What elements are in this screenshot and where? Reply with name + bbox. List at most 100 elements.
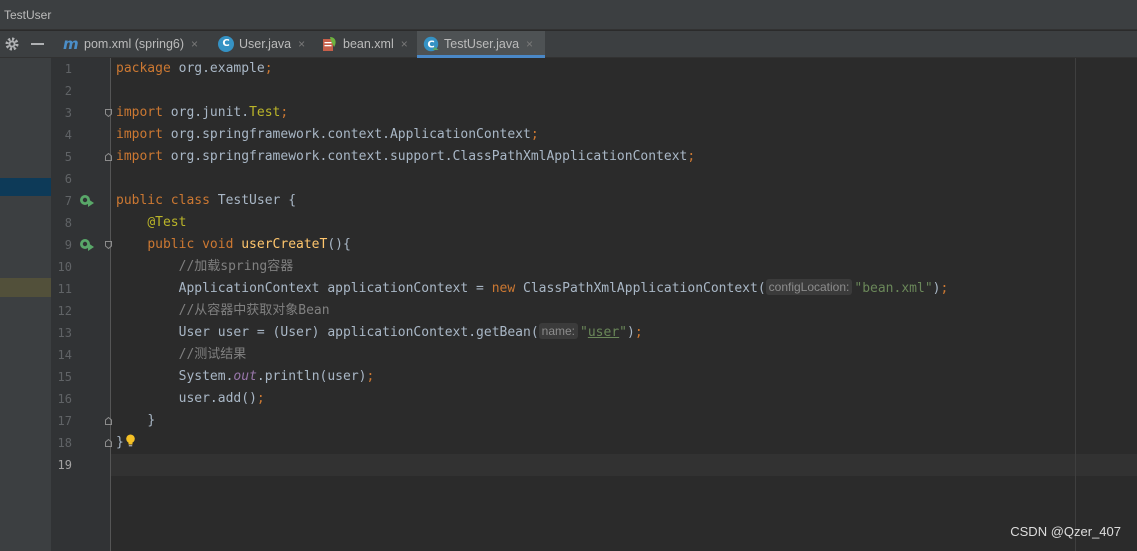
keyword: new	[491, 281, 516, 296]
close-icon[interactable]: ×	[191, 37, 198, 51]
code-line-8[interactable]: @Test	[116, 212, 186, 234]
semicolon: ;	[687, 149, 696, 164]
title-bar: TestUser	[0, 0, 1137, 30]
tab-label: bean.xml	[343, 37, 394, 51]
spring-xml-icon	[323, 37, 336, 51]
run-test-class-icon[interactable]	[79, 193, 95, 209]
code-line-12[interactable]: //从容器中获取对象Bean	[116, 300, 330, 322]
tab-pom-xml[interactable]: m pom.xml (spring6) ×	[57, 31, 207, 57]
code-line-5[interactable]: import org.springframework.context.suppo…	[116, 146, 695, 168]
closing-brace: }	[116, 435, 124, 450]
code-line-18[interactable]: }	[116, 432, 136, 454]
window-title: TestUser	[4, 8, 52, 22]
static-field: out	[233, 369, 257, 384]
line-number: 18	[57, 436, 72, 450]
line-number: 16	[57, 392, 72, 406]
close-icon[interactable]: ×	[526, 37, 533, 51]
code-text: .println(user)	[256, 369, 367, 384]
line-number-current: 19	[57, 458, 72, 472]
string-literal: "bean.xml"	[854, 281, 933, 296]
java-test-class-icon: C	[423, 36, 439, 52]
closing-brace: }	[147, 413, 156, 428]
gear-icon[interactable]	[3, 35, 21, 53]
code-line-3[interactable]: import org.junit.Test;	[116, 102, 288, 124]
tab-label: pom.xml (spring6)	[84, 37, 185, 51]
watermark: CSDN @Qzer_407	[1010, 524, 1121, 539]
code-line-4[interactable]: import org.springframework.context.Appli…	[116, 124, 539, 146]
semicolon: ;	[280, 105, 289, 120]
line-number: 13	[57, 326, 72, 340]
code-line-14[interactable]: //测试结果	[116, 344, 247, 366]
comment: //加载spring容器	[178, 259, 294, 274]
comment: //测试结果	[178, 347, 247, 362]
line-number: 10	[57, 260, 72, 274]
method-name: userCreateT	[241, 237, 328, 252]
code-line-13[interactable]: User user = (User) applicationContext.ge…	[116, 322, 643, 344]
semicolon: ;	[366, 369, 375, 384]
line-number: 2	[64, 84, 72, 98]
project-highlighted-row[interactable]	[0, 278, 51, 297]
line-number: 17	[57, 414, 72, 428]
code-line-16[interactable]: user.add();	[116, 388, 265, 410]
code-line-11[interactable]: ApplicationContext applicationContext = …	[116, 278, 948, 300]
import-path: org.springframework.context.support.Clas…	[162, 149, 688, 164]
close-icon[interactable]: ×	[401, 37, 408, 51]
line-number: 7	[64, 194, 72, 208]
class-declaration: TestUser {	[209, 193, 297, 208]
code-text: ApplicationContext applicationContext =	[178, 281, 492, 296]
line-number: 6	[64, 172, 72, 186]
semicolon: ;	[634, 325, 643, 340]
comment: //从容器中获取对象Bean	[178, 303, 330, 318]
keyword: package	[116, 61, 171, 76]
code-editor[interactable]: package org.example; import org.junit.Te…	[111, 58, 1137, 551]
annotation: @Test	[147, 215, 187, 230]
string-literal: user	[587, 325, 620, 340]
code-line-10[interactable]: //加载spring容器	[116, 256, 294, 278]
line-number: 12	[57, 304, 72, 318]
code-text: ClassPathXmlApplicationContext(	[515, 281, 766, 296]
line-number: 14	[57, 348, 72, 362]
code-line-1[interactable]: package org.example;	[116, 58, 273, 80]
project-panel[interactable]	[0, 58, 51, 551]
code-text: user.add()	[178, 391, 257, 406]
current-line-highlight	[111, 454, 1137, 476]
import-path: org.springframework.context.ApplicationC…	[162, 127, 531, 142]
package-name: org.example	[170, 61, 265, 76]
semicolon: ;	[256, 391, 265, 406]
code-line-9[interactable]: public void userCreateT(){	[116, 234, 351, 256]
import-path: org.junit.	[162, 105, 250, 120]
tab-testuser-java[interactable]: C TestUser.java ×	[417, 31, 545, 58]
maven-m-icon: m	[63, 35, 79, 53]
string-quote: "	[580, 325, 588, 340]
project-selected-row[interactable]	[0, 178, 51, 196]
code-line-17[interactable]: }	[116, 410, 155, 432]
line-number: 5	[64, 150, 72, 164]
code-text: User user = (User) applicationContext.ge…	[178, 325, 539, 340]
parameter-hint: configLocation:	[765, 279, 853, 295]
keyword: public class	[116, 193, 210, 208]
lightbulb-icon[interactable]	[125, 434, 136, 447]
parameter-hint: name:	[538, 323, 579, 339]
string-quote: "	[619, 325, 627, 340]
tab-user-java[interactable]: C User.java ×	[212, 31, 311, 57]
line-number: 3	[64, 106, 72, 120]
tab-bean-xml[interactable]: bean.xml ×	[316, 31, 416, 57]
line-number: 9	[64, 238, 72, 252]
java-class-icon: C	[218, 36, 234, 52]
editor-gutter[interactable]: 1 2 3 4 5 6 7 8 9 10 11 12 13 14 15 16 1…	[51, 58, 112, 551]
code-text: System.	[178, 369, 234, 384]
semicolon: ;	[264, 61, 273, 76]
semicolon: ;	[530, 127, 539, 142]
keyword: public void	[147, 237, 234, 252]
code-line-7[interactable]: public class TestUser {	[116, 190, 296, 212]
code-line-15[interactable]: System.out.println(user);	[116, 366, 375, 388]
minus-icon[interactable]	[29, 35, 47, 53]
run-test-method-icon[interactable]	[79, 237, 95, 253]
method-params: (){	[327, 237, 351, 252]
keyword: import	[116, 105, 163, 120]
close-icon[interactable]: ×	[298, 37, 305, 51]
right-margin-guide	[1075, 58, 1076, 551]
line-number: 11	[57, 282, 72, 296]
keyword: import	[116, 127, 163, 142]
line-number: 15	[57, 370, 72, 384]
